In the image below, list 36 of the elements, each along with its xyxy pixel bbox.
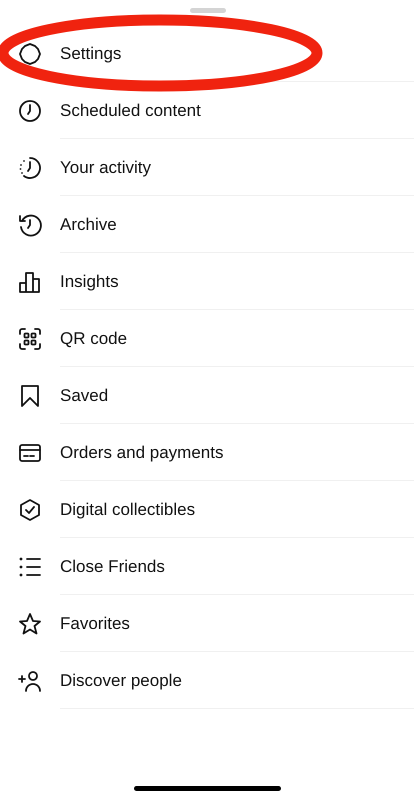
qr-code-icon [18, 327, 42, 351]
menu-label: Insights [60, 271, 119, 292]
menu-label: QR code [60, 328, 128, 349]
sheet-handle[interactable] [190, 8, 226, 13]
bar-chart-icon [18, 270, 42, 294]
add-person-icon [18, 669, 42, 693]
menu-item[interactable]: Insights [0, 253, 414, 310]
menu-item[interactable]: Archive [0, 196, 414, 253]
menu-label: Digital collectibles [60, 499, 196, 520]
menu-item[interactable]: Digital collectibles [0, 481, 414, 538]
menu-item[interactable]: Settings [0, 25, 414, 82]
menu-item[interactable]: Your activity [0, 139, 414, 196]
menu-label: Favorites [60, 613, 130, 634]
menu-item[interactable]: Favorites [0, 595, 414, 652]
card-icon [18, 441, 42, 465]
menu-label: Scheduled content [60, 100, 201, 121]
star-icon [18, 612, 42, 636]
bookmark-icon [18, 384, 42, 408]
menu-item[interactable]: Saved [0, 367, 414, 424]
menu-label: Close Friends [60, 556, 165, 577]
menu-label: Discover people [60, 670, 182, 691]
menu-item[interactable]: Close Friends [0, 538, 414, 595]
menu-label: Saved [60, 385, 108, 406]
menu-label: Your activity [60, 157, 152, 178]
menu-item[interactable]: Scheduled content [0, 82, 414, 139]
menu-item[interactable]: Orders and payments [0, 424, 414, 481]
menu-label: Settings [60, 43, 122, 64]
menu-item[interactable]: QR code [0, 310, 414, 367]
gear-icon [18, 42, 42, 66]
dotted-clock-icon [18, 156, 42, 180]
clock-icon [18, 99, 42, 123]
menu-item[interactable]: Discover people [0, 652, 414, 709]
menu-label: Archive [60, 214, 117, 235]
shield-check-icon [18, 498, 42, 522]
history-icon [18, 213, 42, 237]
menu-label: Orders and payments [60, 442, 224, 463]
